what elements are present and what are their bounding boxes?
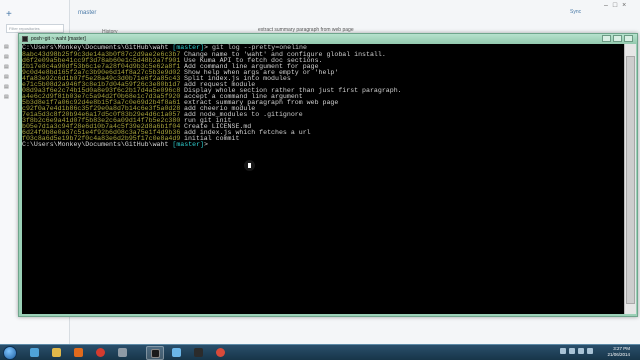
- chrome-icon: [96, 348, 105, 357]
- mouse-cursor-icon: [244, 160, 255, 171]
- clock[interactable]: 3:27 PM 21/06/2014: [600, 346, 630, 358]
- folder-icon: [52, 348, 61, 357]
- repo-list-item[interactable]: ▤: [4, 64, 18, 70]
- command-text: git log --pretty=oneline: [211, 44, 307, 51]
- taskbar: 3:27 PM 21/06/2014: [0, 344, 640, 360]
- taskbar-app-console[interactable]: [146, 346, 164, 360]
- media-player-icon: [74, 348, 83, 357]
- console-title: posh~git ~ waht [master]: [31, 36, 86, 42]
- taskbar-app-explorer[interactable]: [26, 346, 44, 360]
- network-icon[interactable]: [569, 348, 575, 354]
- app-icon: [194, 348, 203, 357]
- console-scrollbar[interactable]: [624, 44, 636, 314]
- taskbar-app-tool[interactable]: [114, 346, 132, 360]
- console-titlebar[interactable]: posh~git ~ waht [master]: [19, 34, 637, 44]
- github-icon: [172, 348, 181, 357]
- ie-icon: [30, 348, 39, 357]
- taskbar-app-folder[interactable]: [48, 346, 66, 360]
- console-window-controls: [602, 35, 633, 42]
- console-icon: [22, 36, 28, 42]
- repo-list-item[interactable]: ▤: [4, 54, 18, 60]
- taskbar-app-dark[interactable]: [190, 346, 208, 360]
- record-icon: [216, 348, 225, 357]
- taskbar-app-chrome[interactable]: [92, 346, 110, 360]
- add-repository-button[interactable]: +: [6, 9, 12, 20]
- repo-list-item[interactable]: ▤: [4, 44, 18, 50]
- repo-list-item[interactable]: ▤: [4, 84, 18, 90]
- console-window[interactable]: posh~git ~ waht [master] C:\Users\Monkey…: [18, 33, 638, 317]
- taskbar-app-recorder[interactable]: [212, 346, 230, 360]
- window-controls[interactable]: –□×: [604, 2, 631, 9]
- sync-button[interactable]: Sync: [570, 9, 581, 15]
- taskbar-app-github[interactable]: [168, 346, 186, 360]
- tool-icon: [118, 348, 127, 357]
- console-icon: [151, 349, 160, 358]
- repo-list-item[interactable]: ▤: [4, 94, 18, 100]
- start-button[interactable]: [3, 346, 17, 360]
- branch-selector[interactable]: master: [78, 10, 96, 16]
- system-tray: [560, 348, 600, 357]
- flag-icon[interactable]: [560, 348, 566, 354]
- filter-repositories-input[interactable]: Filter repositories: [6, 24, 64, 33]
- repo-list-item[interactable]: ▤: [4, 74, 18, 80]
- close-button[interactable]: [624, 35, 633, 42]
- taskbar-app-media[interactable]: [70, 346, 88, 360]
- scrollbar-thumb[interactable]: [626, 56, 635, 304]
- maximize-button[interactable]: [613, 35, 622, 42]
- current-prompt: C:\Users\Monkey\Documents\GitHub\waht [m…: [22, 141, 208, 148]
- desktop: + Filter repositories ▤ ▤ ▤ ▤ ▤ ▤ master…: [0, 0, 640, 360]
- volume-icon[interactable]: [578, 348, 584, 354]
- console-output[interactable]: C:\Users\Monkey\Documents\GitHub\waht [m…: [22, 44, 624, 314]
- battery-icon[interactable]: [587, 348, 593, 354]
- minimize-button[interactable]: [602, 35, 611, 42]
